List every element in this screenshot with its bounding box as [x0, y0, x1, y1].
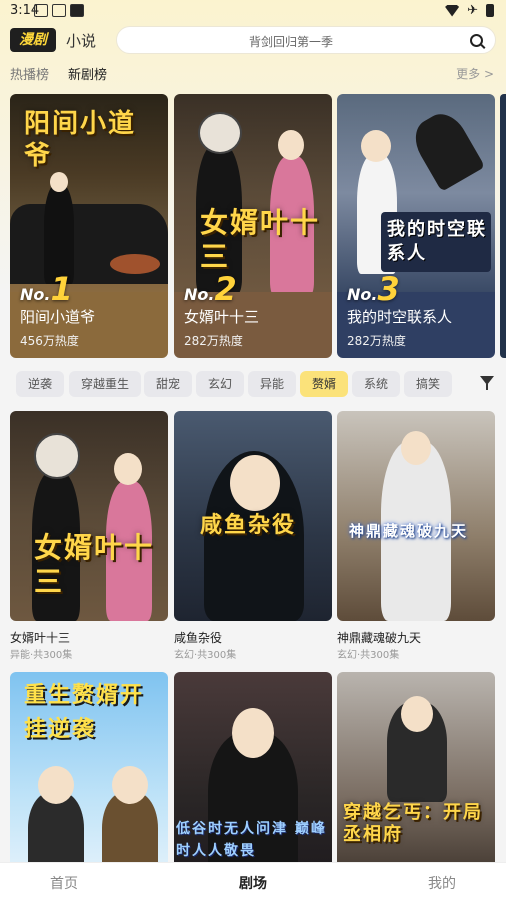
drama-cover: 穿越乞丐：开局丞相府: [337, 672, 495, 882]
cover-title-art: 女婿叶十三: [200, 206, 321, 273]
app-logo: 漫剧: [10, 28, 56, 52]
tab-hot-ranking[interactable]: 热播榜: [10, 64, 49, 83]
ranking-title: 女婿叶十三: [184, 308, 260, 326]
drama-cover: 低谷时无人问津 巅峰时人人敬畏: [174, 672, 332, 882]
rank-badge: No.3: [347, 270, 400, 308]
ranking-heat: 282万热度: [184, 334, 243, 348]
system-icons: ✈: [445, 3, 494, 18]
character-face: [361, 130, 391, 162]
ranking-heat: 456万热度: [20, 334, 79, 348]
drama-cover: 咸鱼杂役: [174, 411, 332, 621]
character-face: [401, 431, 431, 465]
genre-filter-bar: 逆袭 穿越重生 甜宠 玄幻 异能 赘婿 系统 搞笑: [0, 371, 506, 397]
cover-title-art: 我的时空联系人: [387, 219, 487, 264]
character-face: [278, 130, 304, 160]
drama-title: 咸鱼杂役: [174, 631, 223, 645]
ranking-heat: 282万热度: [347, 334, 406, 348]
nav-mine[interactable]: 我的: [428, 873, 456, 893]
genre-chip-系统[interactable]: 系统: [352, 371, 401, 397]
genre-chip-搞笑[interactable]: 搞笑: [404, 371, 453, 397]
character-figure: [44, 184, 74, 284]
character-face: [232, 708, 274, 758]
character-face: [198, 112, 242, 154]
character-face: [401, 696, 433, 732]
genre-chip-逆袭[interactable]: 逆袭: [16, 371, 65, 397]
genre-chip-异能[interactable]: 异能: [248, 371, 297, 397]
bottom-navigation: 首页 剧场 我的: [0, 862, 506, 900]
more-link[interactable]: 更多 >: [456, 65, 494, 82]
character-face: [34, 433, 80, 479]
cover-title-art: 低谷时无人问津 巅峰时人人敬畏: [176, 821, 327, 859]
genre-chip-穿越重生[interactable]: 穿越重生: [69, 371, 142, 397]
ranking-card-1[interactable]: 阳间小道爷 阳间小道爷 456万热度 No.1: [10, 94, 168, 358]
drama-title: 女婿叶十三: [10, 631, 71, 645]
ranking-cover-2: 女婿叶十三: [174, 94, 332, 296]
rank-number: 3: [377, 270, 400, 308]
notification-icons: [34, 4, 84, 17]
airplane-icon: ✈: [467, 3, 478, 18]
ranking-cover-1: 阳间小道爷: [10, 94, 168, 292]
ranking-list: 阳间小道爷 阳间小道爷 456万热度 No.1 女婿叶十三 女婿叶十三 282万…: [10, 94, 506, 358]
app-notification-icon: [70, 4, 84, 17]
search-placeholder[interactable]: 背剑回归第一季: [117, 33, 465, 50]
settings-notification-icon: [34, 4, 48, 17]
cover-title-art: 阳间小道爷: [24, 109, 137, 171]
cover-title-art: 重生赘婿开挂逆袭: [24, 682, 145, 742]
character-face: [112, 766, 148, 804]
nav-home[interactable]: 首页: [50, 873, 78, 893]
drama-meta: 玄幻·共300集: [337, 650, 400, 661]
battery-icon: [486, 4, 494, 17]
wifi-icon: [445, 4, 460, 17]
cover-title-art: 女婿叶十三: [34, 531, 155, 598]
character-figure: [406, 106, 486, 192]
drama-cover: 神鼎藏魂破九天: [337, 411, 495, 621]
drama-meta: 玄幻·共300集: [174, 650, 237, 661]
ranking-tabs: 热播榜 新剧榜 更多 >: [0, 62, 506, 83]
rank-badge: No.2: [184, 270, 237, 308]
character-face: [114, 453, 142, 485]
drama-meta: 异能·共300集: [10, 650, 73, 661]
character-face: [50, 172, 68, 192]
ranking-title: 阳间小道爷: [20, 308, 96, 326]
app-header: 漫剧 小说 背剑回归第一季: [0, 24, 506, 54]
ranking-title: 我的时空联系人: [347, 308, 453, 326]
drama-cover: 重生赘婿开挂逆袭: [10, 672, 168, 882]
ranking-cover-3: 我的时空联系人: [337, 94, 495, 292]
search-bar[interactable]: 背剑回归第一季: [116, 26, 496, 54]
box-notification-icon: [52, 4, 66, 17]
cover-title-art: 咸鱼杂役: [200, 512, 297, 538]
filter-icon[interactable]: [480, 376, 496, 392]
novel-tab[interactable]: 小说: [66, 30, 96, 51]
nav-theater[interactable]: 剧场: [239, 873, 267, 893]
dog-shape: [110, 254, 160, 274]
genre-chip-赘婿[interactable]: 赘婿: [300, 371, 349, 397]
rank-prefix: No.: [20, 285, 51, 304]
ranking-card-2[interactable]: 女婿叶十三 女婿叶十三 282万热度 No.2: [174, 94, 332, 358]
status-bar: 3:14 ✈: [0, 0, 506, 22]
drama-title: 神鼎藏魂破九天: [337, 631, 422, 645]
genre-chip-玄幻[interactable]: 玄幻: [196, 371, 245, 397]
search-icon[interactable]: [470, 34, 483, 47]
cover-title-art: 神鼎藏魂破九天: [349, 522, 469, 540]
ranking-card-partial[interactable]: [500, 94, 506, 358]
cover-title-art: 穿越乞丐：开局丞相府: [343, 802, 483, 845]
character-face: [230, 455, 280, 511]
rank-number: 2: [214, 270, 237, 308]
rank-prefix: No.: [347, 285, 378, 304]
character-face: [38, 766, 74, 804]
ranking-card-3[interactable]: 我的时空联系人 我的时空联系人 282万热度 No.3: [337, 94, 495, 358]
genre-chip-甜宠[interactable]: 甜宠: [144, 371, 193, 397]
rank-prefix: No.: [184, 285, 215, 304]
rank-badge: No.1: [20, 270, 73, 308]
drama-cover: 女婿叶十三: [10, 411, 168, 621]
tab-new-ranking[interactable]: 新剧榜: [68, 64, 107, 83]
rank-number: 1: [50, 270, 73, 308]
